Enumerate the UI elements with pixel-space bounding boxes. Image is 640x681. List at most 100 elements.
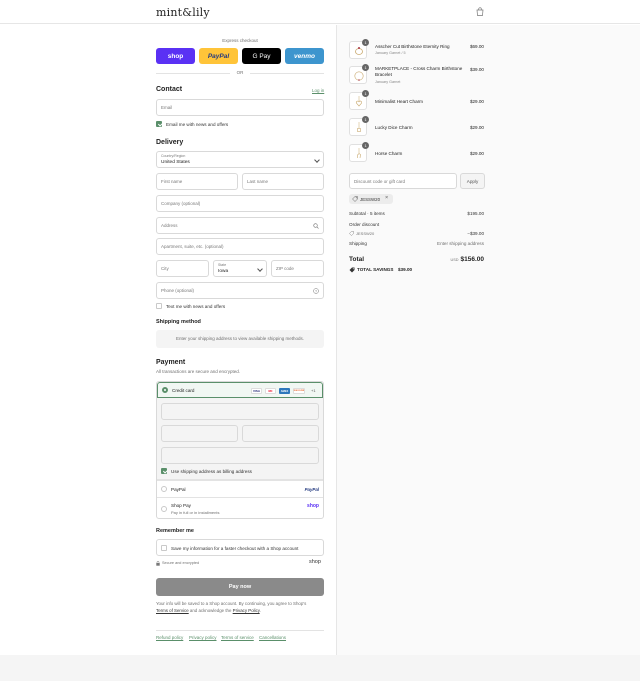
billing-same-checkbox[interactable] xyxy=(161,468,167,474)
product-thumbnail: 1 xyxy=(349,90,369,110)
heart-charm-image xyxy=(356,96,362,107)
paypal-logo: PayPal xyxy=(304,487,319,492)
express-checkout-label: Express checkout xyxy=(222,38,258,43)
tag-icon xyxy=(349,231,354,236)
credit-card-label: Credit card xyxy=(172,388,195,393)
discount-value: −$39.00 xyxy=(467,231,484,236)
mastercard-logo-text: MC xyxy=(268,389,273,393)
zip-field[interactable]: ZIP code xyxy=(271,260,324,277)
more-cards-label: +1 xyxy=(311,388,316,393)
phone-field[interactable]: Phone (optional) ? xyxy=(156,282,324,299)
privacy-policy-link[interactable]: Privacy Policy xyxy=(233,608,260,613)
log-in-link[interactable]: Log in xyxy=(312,88,324,93)
pay-now-button[interactable]: Pay now xyxy=(156,578,324,596)
shop-pay-option[interactable]: Shop Pay Pay in full or in installments … xyxy=(157,497,323,518)
country-select[interactable]: Country/Region United States xyxy=(156,151,324,168)
shop-pay-logo: shop xyxy=(307,503,319,509)
google-pay-express-button[interactable]: G Pay xyxy=(242,48,281,64)
save-info-label: Save my information for a faster checkou… xyxy=(171,546,299,551)
quantity-badge: 1 xyxy=(362,90,369,97)
discover-icon: DISCOVER xyxy=(293,388,305,394)
first-name-field[interactable]: First name xyxy=(156,173,238,190)
city-field[interactable]: City xyxy=(156,260,209,277)
shop-pay-express-button[interactable]: shop xyxy=(156,48,195,64)
horse-charm-image xyxy=(357,148,361,159)
card-name-field[interactable] xyxy=(161,447,319,464)
express-button-label: PayPal xyxy=(207,52,230,60)
express-button-label: shop xyxy=(167,52,184,60)
chevron-down-icon xyxy=(314,157,320,163)
zip-placeholder: ZIP code xyxy=(276,266,294,271)
last-name-field[interactable]: Last name xyxy=(242,173,324,190)
apply-button[interactable]: Apply xyxy=(460,173,485,189)
shop-pay-radio[interactable] xyxy=(161,506,167,512)
card-expiry-field[interactable] xyxy=(161,425,238,442)
product-thumbnail: 1 xyxy=(349,39,369,59)
product-name: Asscher Cut Birthstone Eternity Ring xyxy=(375,44,450,49)
paypal-option[interactable]: PayPal PayPal xyxy=(157,480,323,497)
text-news-checkbox[interactable] xyxy=(156,303,162,309)
refund-policy-link[interactable]: Refund policy xyxy=(156,635,183,640)
email-field[interactable]: Email xyxy=(156,99,324,116)
shopping-bag-icon[interactable] xyxy=(476,7,484,16)
pay-now-label: Pay now xyxy=(228,584,252,590)
quantity-badge: 1 xyxy=(362,142,369,149)
dice-charm-image xyxy=(357,122,361,132)
terms-of-service-link[interactable]: Terms of Service xyxy=(156,608,189,613)
subtotal-label: Subtotal · 5 items xyxy=(349,211,385,216)
text-news-label: Text me with news and offers xyxy=(166,304,226,309)
shipping-label: Shipping xyxy=(349,241,367,246)
billing-same-label: Use shipping address as billing address xyxy=(171,469,252,474)
product-price: $69.00 xyxy=(469,44,484,49)
first-name-placeholder: First name xyxy=(161,179,183,184)
credit-card-radio[interactable] xyxy=(162,387,168,393)
remove-discount-icon[interactable]: × xyxy=(385,195,388,201)
currency-code: USD xyxy=(450,258,459,262)
card-security-code-field[interactable] xyxy=(242,425,319,442)
privacy-policy-footer-link[interactable]: Privacy policy xyxy=(189,635,217,640)
or-label: OR xyxy=(236,70,244,75)
save-info-checkbox[interactable] xyxy=(161,545,167,551)
state-value: Iowa xyxy=(218,269,229,274)
city-placeholder: City xyxy=(161,266,169,271)
total-value: $156.00 xyxy=(460,256,485,263)
discount-code-field[interactable]: Discount code or gift card xyxy=(349,173,457,189)
apartment-field[interactable]: Apartment, suite, etc. (optional) xyxy=(156,238,324,255)
terms-of-service-footer-link[interactable]: Terms of service xyxy=(221,635,254,640)
total-amount: USD $156.00 xyxy=(450,256,484,263)
company-field[interactable]: Company (optional) xyxy=(156,195,324,212)
ring-image xyxy=(355,47,363,55)
contact-heading: Contact xyxy=(156,86,183,93)
shipping-value: Enter shipping address xyxy=(437,241,484,246)
cancellations-link[interactable]: Cancellations xyxy=(259,635,286,640)
discover-logo-text: DISCOVER xyxy=(293,390,305,392)
shop-logo: shop xyxy=(309,559,321,565)
help-icon[interactable]: ? xyxy=(313,288,319,294)
shop-account-notice: Your info will be saved to a Shop accoun… xyxy=(156,601,326,615)
brand-logo[interactable]: mint&lily xyxy=(156,6,210,19)
shipping-method-notice: Enter your shipping address to view avai… xyxy=(156,330,324,348)
footer-divider xyxy=(156,630,324,631)
card-number-field[interactable] xyxy=(161,403,319,420)
visa-logo-text: VISA xyxy=(252,389,260,393)
credit-card-option[interactable]: Credit card VISA MC AMEX DISCOVER +1 xyxy=(157,382,323,398)
legal-text: Your info will be saved to a Shop accoun… xyxy=(156,601,307,606)
delivery-heading: Delivery xyxy=(156,139,184,146)
product-name: MARKETPLACE - Cross Charm Birthstone Bra… xyxy=(375,66,463,78)
company-placeholder: Company (optional) xyxy=(161,201,201,206)
apartment-placeholder: Apartment, suite, etc. (optional) xyxy=(161,244,224,249)
product-price: $29.00 xyxy=(469,125,484,130)
venmo-express-button[interactable]: venmo xyxy=(285,48,324,64)
email-news-checkbox[interactable] xyxy=(156,121,162,127)
order-summary-column xyxy=(337,25,640,655)
product-price: $29.00 xyxy=(469,99,484,104)
payment-heading: Payment xyxy=(156,359,186,366)
paypal-radio[interactable] xyxy=(161,486,167,492)
payment-methods: Credit card VISA MC AMEX DISCOVER +1 Use… xyxy=(156,381,324,519)
product-variant: January Garnet xyxy=(375,80,401,84)
quantity-badge: 1 xyxy=(362,39,369,46)
state-select[interactable]: State Iowa xyxy=(213,260,267,277)
address-field[interactable]: Address xyxy=(156,217,324,234)
phone-placeholder: Phone (optional) xyxy=(161,288,195,293)
paypal-express-button[interactable]: PayPal xyxy=(199,48,238,64)
